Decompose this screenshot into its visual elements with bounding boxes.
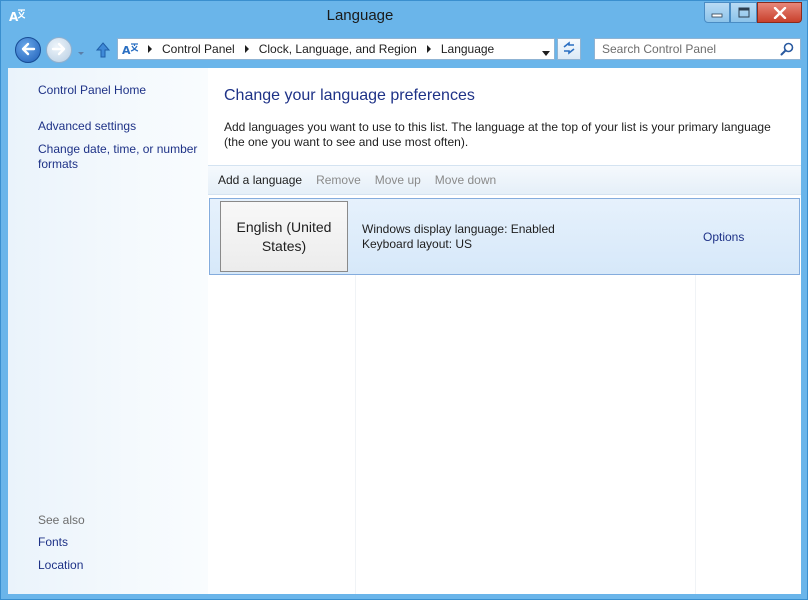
change-date-time-formats-link[interactable]: Change date, time, or number formats: [38, 142, 206, 172]
breadcrumb-clock-language-region[interactable]: Clock, Language, and Region: [255, 42, 421, 56]
list-column-divider: [695, 275, 696, 594]
list-column-divider: [355, 275, 356, 594]
minimize-icon: [711, 8, 723, 18]
up-arrow-icon[interactable]: [95, 41, 111, 62]
maximize-button[interactable]: [730, 2, 757, 23]
maximize-icon: [738, 7, 750, 18]
back-button[interactable]: [15, 37, 41, 63]
move-down-button[interactable]: Move down: [435, 173, 496, 187]
language-list-item[interactable]: English (United States) Windows display …: [209, 198, 800, 275]
title-bar[interactable]: A Language: [1, 1, 807, 33]
forward-button[interactable]: [46, 37, 72, 63]
close-icon: [773, 6, 787, 19]
main-content-pane: Change your language preferences Add lan…: [208, 68, 801, 594]
search-icon[interactable]: [780, 42, 794, 59]
language-toolbar: Add a language Remove Move up Move down: [208, 165, 801, 195]
page-title: Change your language preferences: [224, 87, 475, 104]
refresh-button[interactable]: [557, 38, 581, 60]
display-language-status: Windows display language: Enabled: [362, 222, 555, 236]
close-button[interactable]: [757, 2, 802, 23]
left-navigation-pane: Control Panel Home Advanced settings Cha…: [8, 68, 208, 594]
breadcrumb-chevron-icon[interactable]: [142, 45, 158, 53]
advanced-settings-link[interactable]: Advanced settings: [38, 119, 136, 134]
location-link[interactable]: Location: [38, 558, 83, 573]
control-panel-home-link[interactable]: Control Panel Home: [38, 83, 146, 98]
language-app-icon: A: [120, 39, 142, 59]
minimize-button[interactable]: [704, 2, 730, 23]
language-details: Windows display language: Enabled Keyboa…: [362, 222, 555, 252]
svg-text:A: A: [122, 44, 131, 57]
search-box[interactable]: [594, 38, 801, 60]
language-options-link[interactable]: Options: [703, 230, 744, 244]
move-up-button[interactable]: Move up: [375, 173, 421, 187]
address-bar[interactable]: A Control Panel Clock, Language, and Reg…: [117, 38, 555, 60]
breadcrumb-chevron-icon[interactable]: [239, 45, 255, 53]
recent-pages-chevron-icon[interactable]: [77, 46, 85, 60]
refresh-icon: [562, 40, 576, 58]
breadcrumb-language[interactable]: Language: [437, 42, 498, 56]
address-dropdown-icon[interactable]: [542, 46, 550, 60]
navigation-bar: A Control Panel Clock, Language, and Reg…: [1, 33, 807, 67]
breadcrumb-chevron-icon[interactable]: [421, 45, 437, 53]
back-arrow-icon: [20, 42, 36, 59]
window: A Language A Control Panel Clock, Langua…: [0, 0, 808, 600]
remove-button[interactable]: Remove: [316, 173, 361, 187]
breadcrumb-control-panel[interactable]: Control Panel: [158, 42, 239, 56]
fonts-link[interactable]: Fonts: [38, 535, 68, 550]
keyboard-layout: Keyboard layout: US: [362, 237, 473, 251]
add-language-button[interactable]: Add a language: [218, 173, 302, 187]
search-input[interactable]: [595, 39, 775, 59]
language-tile[interactable]: English (United States): [220, 201, 348, 272]
forward-arrow-icon: [51, 42, 67, 59]
page-description: Add languages you want to use to this li…: [224, 120, 771, 149]
see-also-label: See also: [38, 513, 85, 527]
window-title: Language: [326, 7, 394, 24]
